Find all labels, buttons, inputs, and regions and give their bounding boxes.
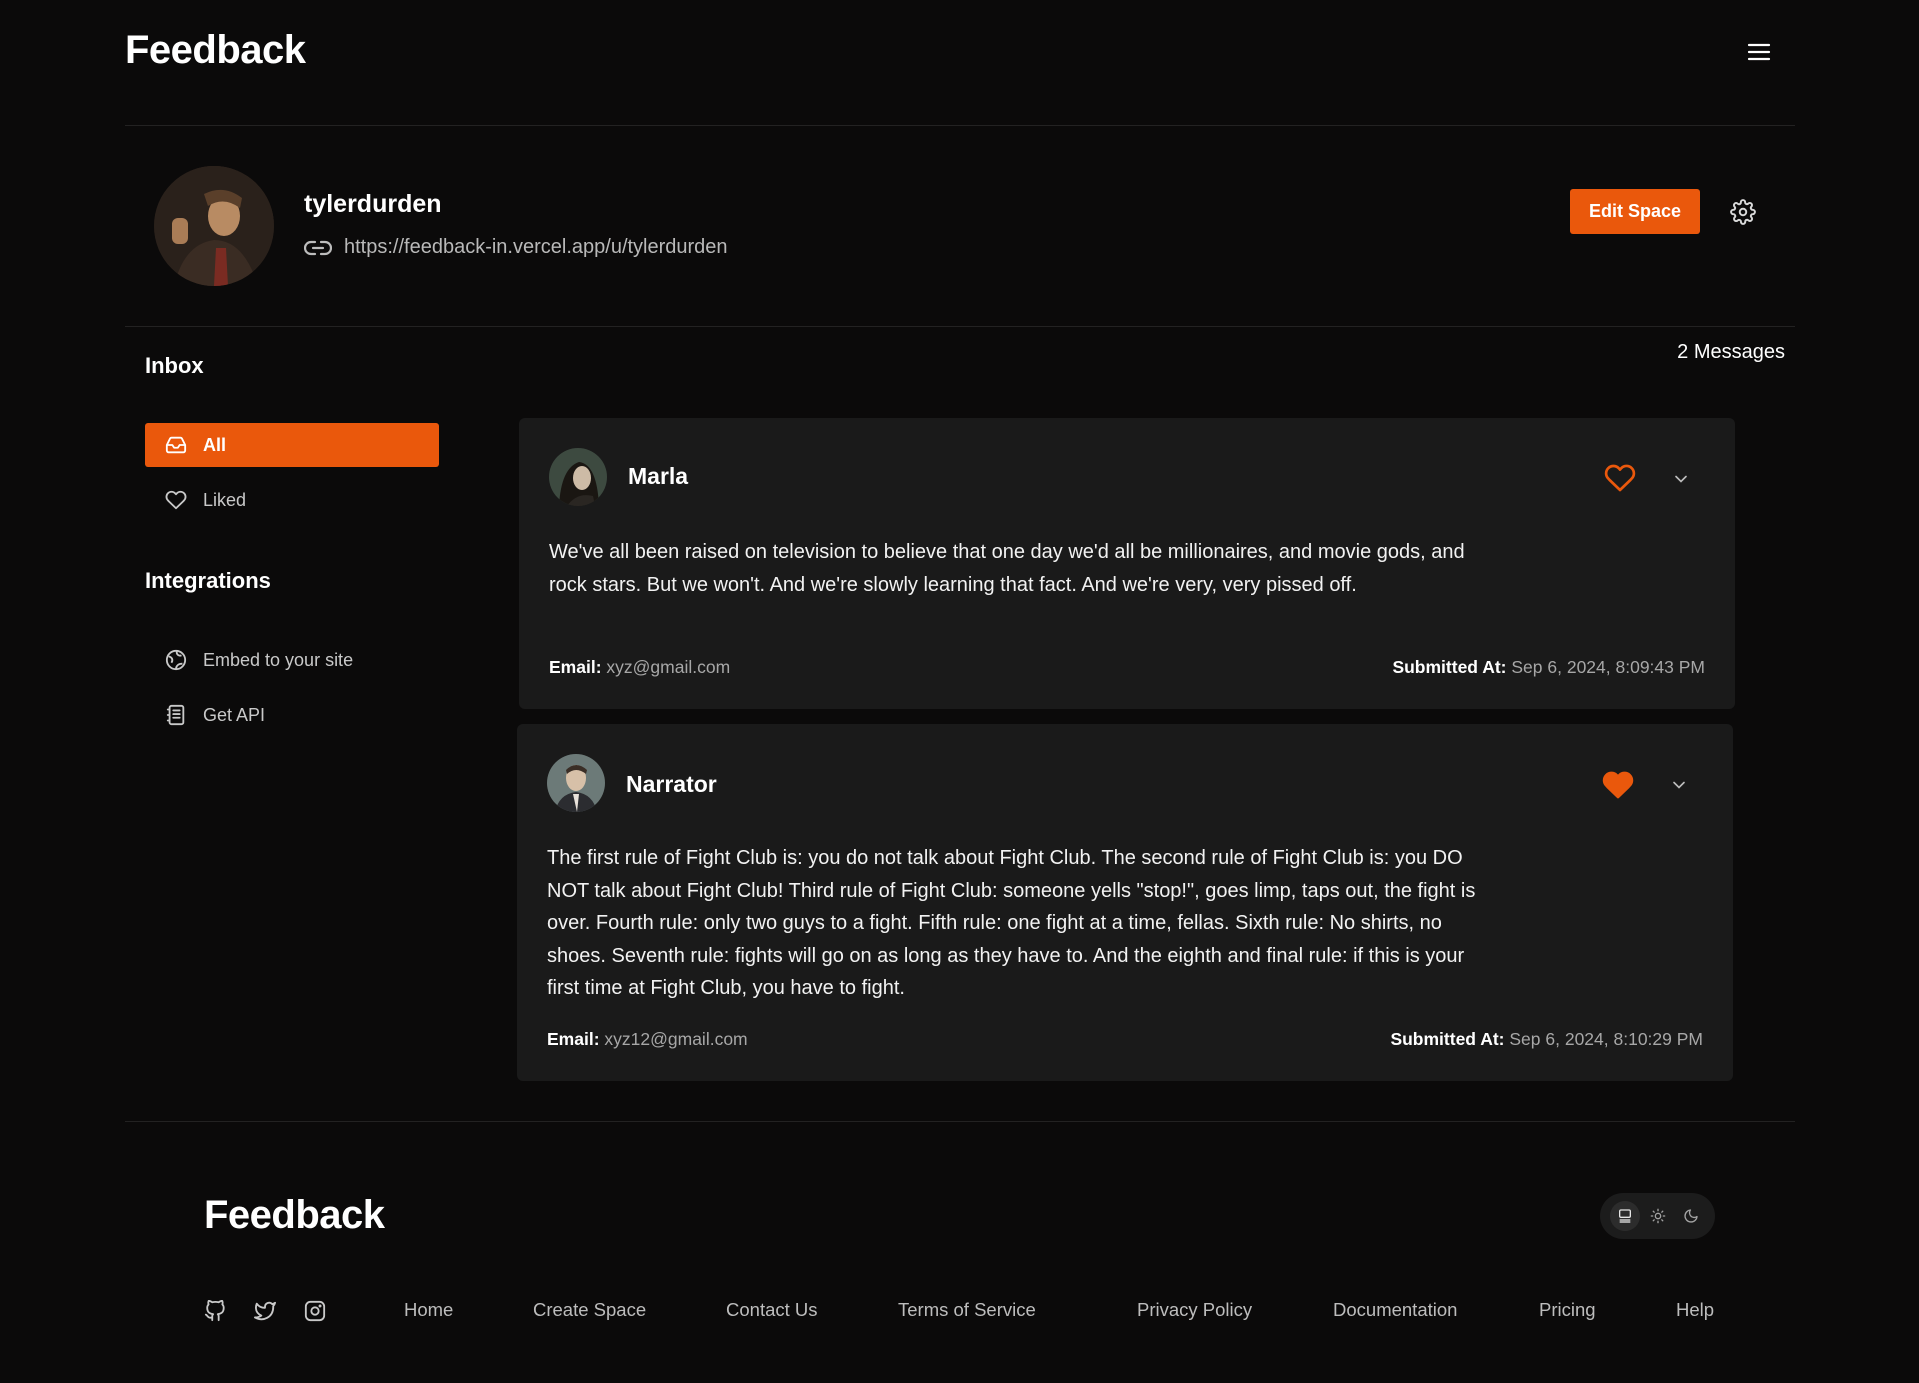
theme-toggle [1600, 1193, 1715, 1239]
submitted-value: Sep 6, 2024, 8:10:29 PM [1509, 1029, 1703, 1049]
profile-username: tylerdurden [304, 190, 442, 218]
sidebar-item-liked[interactable]: Liked [145, 478, 439, 522]
email-meta: Email: xyz12@gmail.com [547, 1029, 748, 1050]
sidebar-item-get-api[interactable]: Get API [145, 693, 439, 737]
footer-divider [125, 1121, 1795, 1122]
moon-icon[interactable] [1676, 1201, 1706, 1231]
message-text: The first rule of Fight Club is: you do … [547, 847, 1476, 999]
app-brand[interactable]: Feedback [125, 28, 306, 73]
monitor-icon[interactable] [1609, 1201, 1640, 1231]
heart-filled-icon[interactable] [1602, 769, 1634, 801]
hamburger-menu-icon[interactable] [1747, 40, 1771, 64]
feedback-card: Narrator The first rule of Fight Club is… [517, 724, 1733, 1081]
footer-link-home[interactable]: Home [404, 1299, 453, 1321]
chevron-down-icon[interactable] [1669, 775, 1689, 795]
sidebar-item-label: All [203, 434, 227, 455]
sun-icon[interactable] [1643, 1201, 1673, 1231]
sidebar-item-embed[interactable]: Embed to your site [145, 638, 439, 682]
submitted-meta: Submitted At: Sep 6, 2024, 8:09:43 PM [1392, 657, 1705, 678]
footer-brand[interactable]: Feedback [204, 1193, 385, 1238]
profile-link[interactable]: https://feedback-in.vercel.app/u/tylerdu… [304, 236, 728, 259]
instagram-icon[interactable] [304, 1300, 326, 1322]
globe-icon [165, 649, 187, 671]
submitted-label: Submitted At: [1390, 1029, 1505, 1049]
email-value: xyz@gmail.com [606, 657, 731, 677]
footer-link-contact-us[interactable]: Contact Us [726, 1299, 818, 1321]
document-icon [165, 704, 187, 726]
submitted-value: Sep 6, 2024, 8:09:43 PM [1511, 657, 1705, 677]
twitter-icon[interactable] [254, 1300, 276, 1322]
heart-icon [165, 489, 187, 511]
email-value: xyz12@gmail.com [604, 1029, 748, 1049]
heart-outline-icon[interactable] [1604, 462, 1636, 494]
sidebar-item-label: Get API [203, 704, 266, 725]
inbox-icon [165, 434, 187, 456]
edit-space-button[interactable]: Edit Space [1570, 189, 1700, 234]
profile-avatar [154, 166, 274, 286]
avatar [547, 754, 605, 812]
github-icon[interactable] [204, 1300, 226, 1322]
profile-link-text[interactable]: https://feedback-in.vercel.app/u/tylerdu… [344, 236, 728, 259]
sidebar-item-all[interactable]: All [145, 423, 439, 467]
sidebar-item-label: Liked [203, 489, 247, 510]
email-label: Email: [549, 657, 602, 677]
feedback-card: Marla We've all been raised on televisio… [519, 418, 1735, 709]
sidebar-item-label: Embed to your site [203, 649, 354, 670]
email-meta: Email: xyz@gmail.com [549, 657, 730, 678]
email-label: Email: [547, 1029, 600, 1049]
link-icon [304, 237, 332, 259]
profile-divider [125, 326, 1795, 327]
inbox-heading: Inbox [145, 353, 204, 378]
submitted-meta: Submitted At: Sep 6, 2024, 8:10:29 PM [1390, 1029, 1703, 1050]
submitted-label: Submitted At: [1392, 657, 1507, 677]
message-count: 2 Messages [1677, 341, 1785, 363]
footer-link-create-space[interactable]: Create Space [533, 1299, 646, 1321]
sender-name: Narrator [626, 771, 717, 797]
message-text: We've all been raised on television to b… [549, 541, 1465, 596]
sender-name: Marla [628, 463, 689, 489]
footer-link-pricing[interactable]: Pricing [1539, 1299, 1596, 1321]
footer-link-documentation[interactable]: Documentation [1333, 1299, 1457, 1321]
chevron-down-icon[interactable] [1671, 469, 1691, 489]
integrations-heading: Integrations [145, 568, 271, 593]
avatar [549, 448, 607, 506]
footer-link-help[interactable]: Help [1676, 1299, 1714, 1321]
gear-icon[interactable] [1730, 199, 1756, 225]
header-divider [125, 125, 1795, 126]
footer-link-terms[interactable]: Terms of Service [898, 1299, 1036, 1321]
footer-link-privacy[interactable]: Privacy Policy [1137, 1299, 1252, 1321]
